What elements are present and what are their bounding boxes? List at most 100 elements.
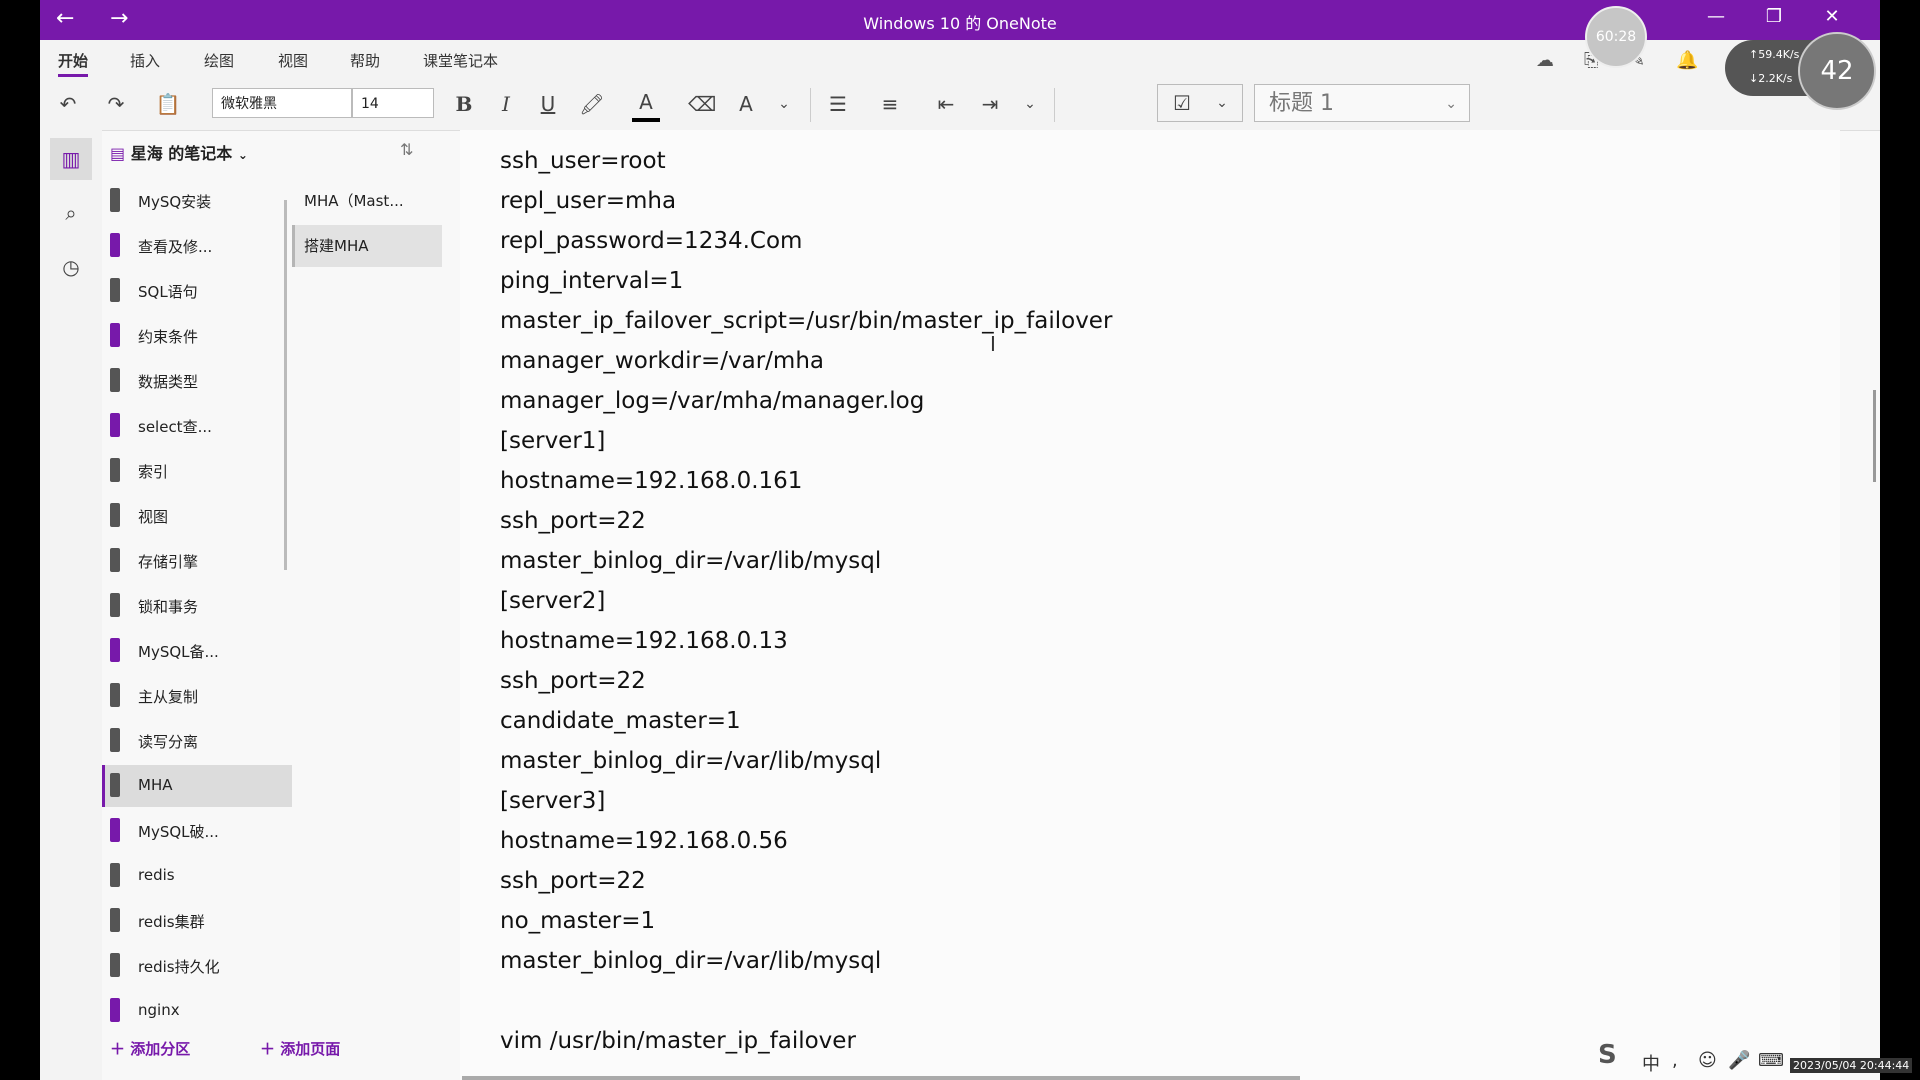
section-item[interactable]: MySQ安装 (102, 180, 292, 222)
keyboard-icon[interactable]: ⌨ (1758, 1050, 1784, 1071)
section-label: nginx (138, 1001, 180, 1019)
tab-insert[interactable]: 插入 (130, 50, 160, 71)
font-size-select[interactable]: 14 (352, 88, 434, 118)
content-line[interactable]: repl_password=1234.Com (500, 228, 802, 254)
content-line[interactable]: manager_log=/var/mha/manager.log (500, 388, 924, 414)
section-item[interactable]: 约束条件 (102, 315, 292, 357)
punctuation-icon[interactable]: , (1672, 1050, 1678, 1071)
tab-home[interactable]: 开始 (58, 50, 89, 77)
section-color-tab-icon (110, 593, 120, 617)
minimize-button[interactable]: — (1698, 6, 1734, 27)
tab-help[interactable]: 帮助 (350, 50, 380, 71)
page-item[interactable]: 搭建MHA (292, 225, 442, 267)
content-line[interactable]: ssh_port=22 (500, 868, 646, 894)
font-color-icon[interactable]: A (632, 90, 660, 122)
section-item[interactable]: 存储引擎 (102, 540, 292, 582)
section-item[interactable]: 锁和事务 (102, 585, 292, 627)
section-item[interactable]: 查看及修... (102, 225, 292, 267)
ime-mode[interactable]: 中 (1642, 1050, 1660, 1076)
indent-icon[interactable]: ⇥ (976, 90, 1004, 118)
section-item[interactable]: redis (102, 855, 292, 897)
toolbar-divider (810, 88, 811, 122)
content-line[interactable]: hostname=192.168.0.161 (500, 468, 802, 494)
microphone-icon[interactable]: 🎤 (1728, 1050, 1750, 1071)
highlighter-icon[interactable]: 🖍 (578, 90, 606, 118)
content-line[interactable]: ssh_user=root (500, 148, 666, 174)
numbered-list-icon[interactable]: ≡ (876, 90, 904, 118)
content-line[interactable]: [server3] (500, 788, 605, 814)
content-line[interactable]: ssh_port=22 (500, 668, 646, 694)
content-line[interactable]: master_binlog_dir=/var/lib/mysql (500, 948, 881, 974)
undo-icon[interactable]: ↶ (54, 90, 82, 118)
clear-format-icon[interactable]: ⌫ (688, 90, 716, 118)
content-line[interactable]: manager_workdir=/var/mha (500, 348, 824, 374)
sort-icon[interactable]: ⇅ (400, 140, 413, 159)
section-item[interactable]: MHA (102, 765, 292, 807)
content-line[interactable]: hostname=192.168.0.56 (500, 828, 788, 854)
sync-icon[interactable]: ☁ (1536, 50, 1554, 71)
vertical-scrollbar[interactable] (1873, 390, 1876, 482)
close-button[interactable]: ✕ (1814, 6, 1850, 27)
todo-tag-button[interactable]: ☑ ⌄ (1157, 84, 1243, 122)
bold-button[interactable]: B (450, 90, 478, 118)
underline-button[interactable]: U (534, 90, 562, 118)
styles-icon[interactable]: A (732, 90, 760, 118)
content-line[interactable]: repl_user=mha (500, 188, 676, 214)
content-line[interactable]: no_master=1 (500, 908, 655, 934)
section-item[interactable]: 索引 (102, 450, 292, 492)
paragraph-style-select[interactable]: 标题 1 ⌄ (1254, 84, 1470, 122)
section-item[interactable]: nginx (102, 990, 292, 1032)
tab-class-notebook[interactable]: 课堂笔记本 (423, 50, 498, 71)
section-scrollbar[interactable] (284, 200, 287, 570)
font-family-select[interactable]: 微软雅黑 (212, 88, 352, 118)
content-line[interactable]: ping_interval=1 (500, 268, 683, 294)
section-item[interactable]: 视图 (102, 495, 292, 537)
content-line[interactable]: [server1] (500, 428, 605, 454)
bell-icon[interactable]: 🔔 (1676, 50, 1698, 71)
content-line[interactable]: master_ip_failover_script=/usr/bin/maste… (500, 308, 1112, 334)
section-list: MySQ安装 查看及修... SQL语句 约束条件数据类型 select查... 索引 视图… (102, 180, 292, 1040)
tab-view[interactable]: 视图 (278, 50, 308, 71)
content-line[interactable]: vim /usr/bin/master_ip_failover (500, 1028, 856, 1054)
section-label: 数据类型 (138, 373, 199, 391)
network-value-badge: 42 (1798, 32, 1876, 110)
content-line[interactable]: hostname=192.168.0.13 (500, 628, 788, 654)
content-line[interactable]: master_binlog_dir=/var/lib/mysql (500, 548, 881, 574)
tab-draw[interactable]: 绘图 (204, 50, 234, 71)
emoji-icon[interactable]: ☺ (1698, 1050, 1717, 1071)
notebook-selector[interactable]: ▤ 星海 的笔记本 ⌄ ⇅ (110, 140, 413, 170)
content-line[interactable]: ssh_port=22 (500, 508, 646, 534)
recent-clock-icon[interactable]: ◷ (50, 246, 92, 288)
content-line[interactable]: master_binlog_dir=/var/lib/mysql (500, 748, 881, 774)
outdent-icon[interactable]: ⇤ (932, 90, 960, 118)
section-color-tab-icon (110, 773, 120, 797)
section-item[interactable]: 读写分离 (102, 720, 292, 762)
add-section-button[interactable]: ＋ 添加分区 (110, 1038, 190, 1059)
horizontal-scrollbar[interactable] (462, 1076, 1300, 1080)
section-item[interactable]: SQL语句 (102, 270, 292, 312)
chevron-down-icon[interactable]: ⌄ (1018, 90, 1042, 118)
section-item[interactable]: 主从复制 (102, 675, 292, 717)
bullet-list-icon[interactable]: ☰ (824, 90, 852, 118)
content-line[interactable]: candidate_master=1 (500, 708, 741, 734)
page-canvas[interactable]: ssh_user=root repl_user=mha repl_password=… (460, 130, 1840, 1080)
restore-button[interactable]: ❐ (1756, 6, 1792, 27)
page-list: MHA（Mast... 搭建MHA (292, 180, 452, 300)
sogou-logo-icon[interactable]: S (1598, 1040, 1617, 1070)
italic-button[interactable]: I (492, 90, 520, 118)
section-item[interactable]: redis持久化 (102, 945, 292, 987)
redo-icon[interactable]: ↷ (102, 90, 130, 118)
section-item[interactable]: select查... (102, 405, 292, 447)
section-item[interactable]: redis集群 (102, 900, 292, 942)
section-item[interactable]: MySQL备... (102, 630, 292, 672)
chevron-down-icon[interactable]: ⌄ (1210, 89, 1234, 117)
search-icon[interactable]: ⌕ (50, 192, 92, 234)
notebooks-icon[interactable]: ▥ (50, 138, 92, 180)
content-line[interactable]: [server2] (500, 588, 605, 614)
page-item[interactable]: MHA（Mast... (292, 180, 442, 222)
section-item[interactable]: 数据类型 (102, 360, 292, 402)
add-page-button[interactable]: ＋ 添加页面 (260, 1038, 340, 1059)
clipboard-icon[interactable]: 📋 (154, 90, 182, 118)
section-item[interactable]: MySQL破... (102, 810, 292, 852)
chevron-down-icon[interactable]: ⌄ (772, 90, 796, 118)
